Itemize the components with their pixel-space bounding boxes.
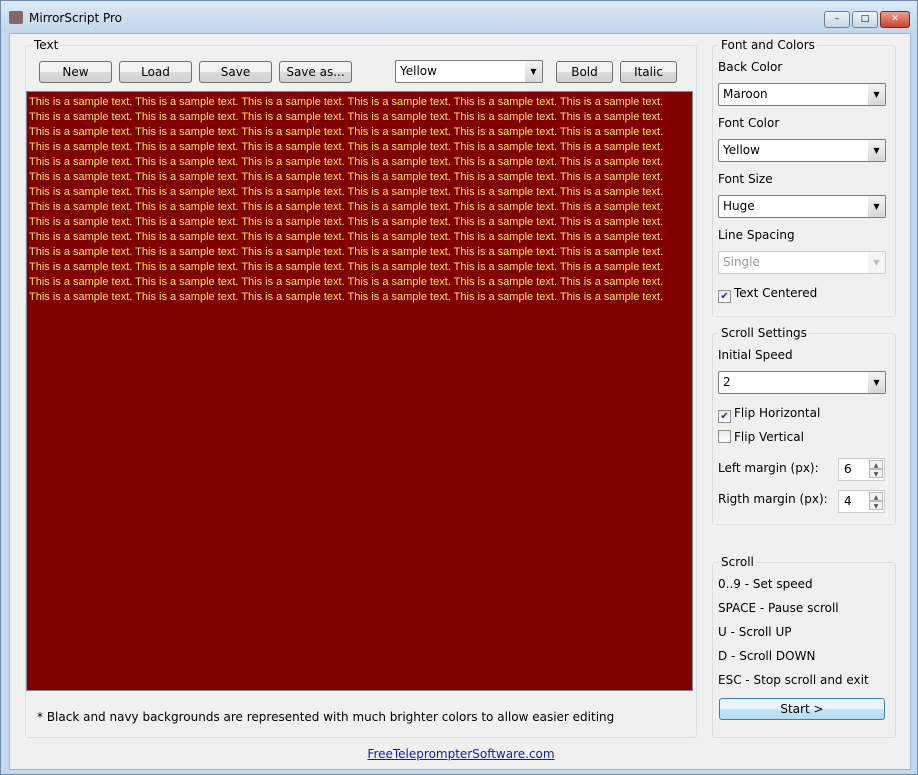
italic-button[interactable]: Italic [620,61,677,83]
text-color-value: Yellow [400,64,437,78]
font-size-select[interactable]: Huge ▼ [718,195,886,218]
script-line: This is a sample text. This is a sample … [29,96,664,108]
key-hint: SPACE - Pause scroll [718,601,839,615]
scroll-settings-legend: Scroll Settings [719,326,809,340]
editing-note: * Black and navy backgrounds are represe… [37,710,615,724]
script-text-area[interactable]: This is a sample text. This is a sample … [26,91,693,691]
spin-down-icon[interactable]: ▼ [869,501,883,510]
script-line: This is a sample text. This is a sample … [29,291,664,303]
font-color-select[interactable]: Yellow ▼ [718,139,886,162]
app-icon [9,11,23,24]
script-line: This is a sample text. This is a sample … [29,246,664,258]
chevron-down-icon: ▼ [525,61,542,82]
minimize-button[interactable]: – [824,11,850,28]
chevron-down-icon: ▼ [868,196,885,217]
left-margin-stepper[interactable]: 6 ▲ ▼ [838,458,885,481]
flip-horizontal-checkbox[interactable]: ✔ Flip Horizontal [718,406,820,423]
script-line: This is a sample text. This is a sample … [29,231,664,243]
script-line: This is a sample text. This is a sample … [29,276,664,288]
close-button[interactable]: ✕ [880,11,910,28]
back-color-value: Maroon [723,87,768,101]
flip-horizontal-label: Flip Horizontal [734,406,821,420]
key-hint: U - Scroll UP [718,625,792,639]
text-color-select[interactable]: Yellow ▼ [395,60,543,83]
script-line: This is a sample text. This is a sample … [29,201,664,213]
app-window: MirrorScript Pro – □ ✕ Text New Load Sav… [0,0,918,775]
left-margin-value: 6 [844,462,852,476]
key-hint: D - Scroll DOWN [718,649,816,663]
load-button[interactable]: Load [119,61,192,83]
text-centered-label: Text Centered [734,286,818,300]
checkmark-icon: ✔ [718,410,731,423]
bold-button[interactable]: Bold [556,61,613,83]
text-centered-checkbox[interactable]: ✔ Text Centered [718,286,817,303]
title-bar: MirrorScript Pro [9,1,122,33]
script-line: This is a sample text. This is a sample … [29,141,664,153]
spin-up-icon[interactable]: ▲ [869,492,883,501]
initial-speed-label: Initial Speed [718,348,793,362]
font-colors-legend: Font and Colors [719,38,817,52]
line-spacing-select: Single ▼ [718,251,886,274]
key-hint: 0..9 - Set speed [718,577,813,591]
back-color-select[interactable]: Maroon ▼ [718,83,886,106]
script-line: This is a sample text. This is a sample … [29,111,664,123]
checkmark-icon: ✔ [718,290,731,303]
chevron-down-icon: ▼ [868,140,885,161]
chevron-down-icon: ▼ [868,84,885,105]
right-margin-value: 4 [844,494,852,508]
script-line: This is a sample text. This is a sample … [29,156,664,168]
website-link[interactable]: FreeTeleprompterSoftware.com [10,747,912,761]
initial-speed-value: 2 [723,375,731,389]
script-line: This is a sample text. This is a sample … [29,171,664,183]
script-line: This is a sample text. This is a sample … [29,126,664,138]
font-color-value: Yellow [723,143,760,157]
spin-down-icon[interactable]: ▼ [869,469,883,478]
script-line: This is a sample text. This is a sample … [29,186,664,198]
chevron-down-icon: ▼ [868,252,885,273]
new-button[interactable]: New [39,61,112,83]
flip-vertical-checkbox[interactable]: Flip Vertical [718,430,804,444]
key-hint: ESC - Stop scroll and exit [718,673,869,687]
checkbox-empty-icon [718,430,731,443]
back-color-label: Back Color [718,60,783,74]
left-margin-label: Left margin (px): [718,461,819,475]
text-group-legend: Text [32,38,61,52]
flip-vertical-label: Flip Vertical [734,430,804,444]
chevron-down-icon: ▼ [868,372,885,393]
maximize-button[interactable]: □ [852,11,878,28]
font-size-label: Font Size [718,172,773,186]
client-area: Text New Load Save Save as... Yellow ▼ Bo… [9,33,911,770]
line-spacing-value: Single [723,255,760,269]
save-as-button[interactable]: Save as... [279,61,352,83]
initial-speed-select[interactable]: 2 ▼ [718,371,886,394]
spin-up-icon[interactable]: ▲ [869,460,883,469]
right-margin-label: Rigth margin (px): [718,492,828,506]
font-color-label: Font Color [718,116,780,130]
scroll-legend: Scroll [719,555,756,569]
font-size-value: Huge [723,199,755,213]
right-margin-stepper[interactable]: 4 ▲ ▼ [838,490,885,513]
script-line: This is a sample text. This is a sample … [29,261,664,273]
window-title: MirrorScript Pro [29,11,123,25]
line-spacing-label: Line Spacing [718,228,795,242]
start-button[interactable]: Start > [719,698,885,720]
script-line: This is a sample text. This is a sample … [29,216,664,228]
save-button[interactable]: Save [199,61,272,83]
